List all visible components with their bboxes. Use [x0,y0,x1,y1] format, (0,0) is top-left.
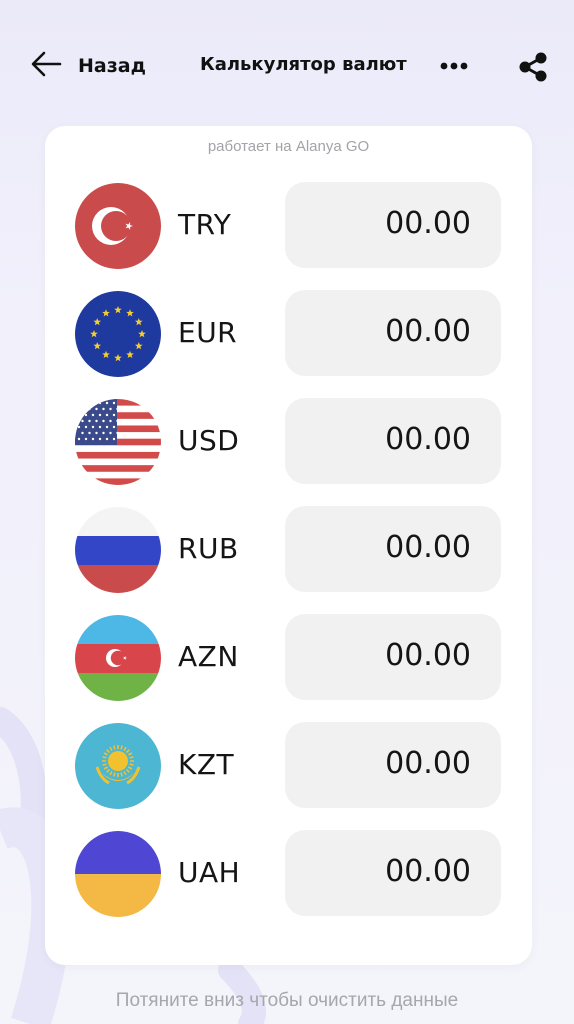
top-bar: Назад Калькулятор валют [0,0,574,130]
amount-input-usd[interactable]: 00.00 [285,398,501,484]
currency-row-uah: UAH 00.00 [45,830,532,918]
powered-by-label: работает на Alanya GO [207,138,370,155]
converter-card: работает на Alanya GO TRY 00.00 EUR 00.0… [45,126,532,965]
amount-value: 00.00 [385,314,471,349]
currency-code: EUR [178,316,238,349]
more-dots-icon [438,62,470,84]
share-icon [517,52,551,88]
amount-input-kzt[interactable]: 00.00 [285,722,501,808]
currency-code: KZT [178,748,235,781]
currency-row-usd: USD 00.00 [45,398,532,486]
amount-input-uah[interactable]: 00.00 [285,830,501,916]
azerbaijan-flag-icon [75,615,161,701]
currency-code: AZN [178,640,239,673]
currency-row-try: TRY 00.00 [45,182,532,270]
currency-code: TRY [178,208,232,241]
amount-value: 00.00 [385,638,471,673]
amount-input-try[interactable]: 00.00 [285,182,501,268]
back-button[interactable]: Назад [30,46,146,86]
turkey-flag-icon [75,183,161,269]
amount-input-azn[interactable]: 00.00 [285,614,501,700]
back-label: Назад [78,55,146,77]
currency-row-kzt: KZT 00.00 [45,722,532,810]
currency-code: UAH [178,856,241,889]
amount-value: 00.00 [385,206,471,241]
currency-code: USD [178,424,240,457]
eu-flag-icon [75,291,161,377]
usa-flag-icon [75,399,161,485]
amount-value: 00.00 [385,854,471,889]
amount-value: 00.00 [385,422,471,457]
russia-flag-icon [75,507,161,593]
kazakhstan-flag-icon [75,723,161,809]
currency-row-rub: RUB 00.00 [45,506,532,594]
currency-code: RUB [178,532,239,565]
page-title: Калькулятор валют [200,54,407,75]
amount-input-eur[interactable]: 00.00 [285,290,501,376]
amount-value: 00.00 [385,746,471,781]
currency-row-azn: AZN 00.00 [45,614,532,702]
amount-input-rub[interactable]: 00.00 [285,506,501,592]
pull-to-clear-hint: Потяните вниз чтобы очистить данные [115,990,459,1011]
ukraine-flag-icon [75,831,161,917]
currency-row-eur: EUR 00.00 [45,290,532,378]
share-button[interactable] [517,50,551,84]
arrow-left-icon [30,50,62,83]
amount-value: 00.00 [385,530,471,565]
more-button[interactable] [438,52,470,80]
